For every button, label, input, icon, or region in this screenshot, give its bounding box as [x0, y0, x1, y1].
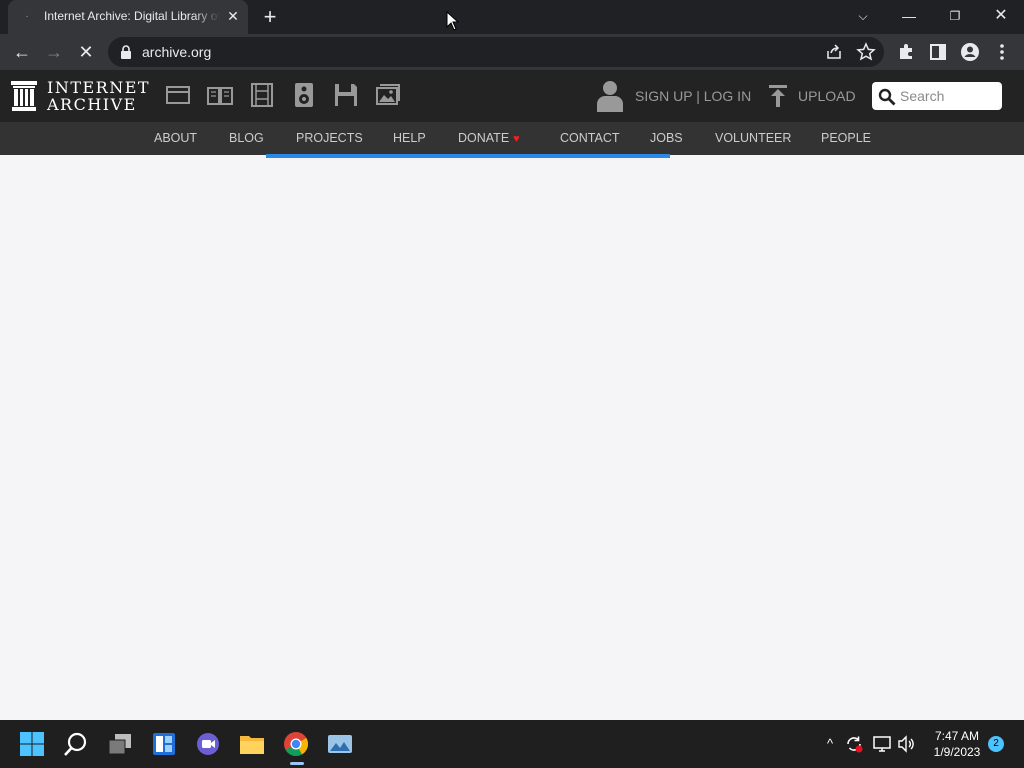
- lock-icon: [121, 45, 131, 59]
- nav-blog[interactable]: BLOG: [229, 131, 264, 145]
- user-icon[interactable]: [596, 80, 624, 112]
- video-icon[interactable]: [249, 82, 275, 108]
- profile-icon[interactable]: [956, 38, 984, 66]
- tab-close-icon[interactable]: ✕: [224, 7, 242, 25]
- url-text[interactable]: archive.org: [142, 44, 211, 60]
- ia-top-nav: ABOUT BLOG PROJECTS HELP DONATE ♥ CONTACT…: [0, 122, 1024, 155]
- minimize-button[interactable]: —: [889, 2, 929, 30]
- wordmark-line1: INTERNET: [47, 78, 151, 97]
- search-input[interactable]: [900, 86, 996, 106]
- star-icon[interactable]: [856, 42, 876, 62]
- ia-header: INTERNET ARCHIVE SIGN UP | LOG IN UPLOAD…: [0, 70, 1024, 122]
- task-view-icon[interactable]: [106, 730, 134, 758]
- new-tab-button[interactable]: +: [256, 4, 284, 30]
- address-bar[interactable]: archive.org: [108, 37, 884, 67]
- heart-icon: ♥: [513, 133, 520, 145]
- menu-icon[interactable]: [988, 38, 1016, 66]
- texts-icon[interactable]: [207, 82, 233, 108]
- nav-projects[interactable]: PROJECTS: [296, 131, 363, 145]
- page-content: [0, 155, 1024, 720]
- tab-favicon-icon: ·: [25, 11, 29, 22]
- loading-progress-bar: [266, 154, 670, 158]
- start-icon[interactable]: [18, 730, 46, 758]
- forward-button[interactable]: →: [40, 38, 68, 66]
- network-icon[interactable]: [872, 734, 892, 754]
- volume-icon[interactable]: [896, 734, 916, 754]
- ia-wordmark[interactable]: INTERNET ARCHIVE: [47, 79, 150, 113]
- web-icon[interactable]: [165, 82, 191, 108]
- share-icon[interactable]: [824, 42, 844, 62]
- search-icon[interactable]: [62, 730, 90, 758]
- nav-volunteer[interactable]: VOLUNTEER: [715, 131, 791, 145]
- windows-taskbar: ^ 7:47 AM 1/9/2023 2: [0, 720, 1024, 768]
- nav-people[interactable]: PEOPLE: [821, 131, 871, 145]
- teams-chat-icon[interactable]: [194, 730, 222, 758]
- search-icon[interactable]: [878, 88, 896, 106]
- mouse-cursor-icon: [446, 11, 460, 31]
- side-panel-icon[interactable]: [924, 38, 952, 66]
- notification-badge[interactable]: 2: [988, 736, 1004, 752]
- chrome-icon[interactable]: [282, 730, 310, 758]
- restore-button[interactable]: ❐: [935, 2, 975, 30]
- clock-time: 7:47 AM: [934, 729, 980, 743]
- nav-contact[interactable]: CONTACT: [560, 131, 620, 145]
- signup-login-link[interactable]: SIGN UP | LOG IN: [635, 88, 751, 104]
- nav-about[interactable]: ABOUT: [154, 131, 197, 145]
- widgets-icon[interactable]: [150, 730, 178, 758]
- upload-icon[interactable]: [768, 84, 788, 108]
- file-explorer-icon[interactable]: [238, 730, 266, 758]
- nav-help[interactable]: HELP: [393, 131, 426, 145]
- audio-icon[interactable]: [291, 82, 317, 108]
- extensions-icon[interactable]: [892, 38, 920, 66]
- browser-toolbar: ← → ✕ archive.org: [0, 34, 1024, 70]
- nav-donate[interactable]: DONATE ♥: [458, 131, 520, 145]
- back-button[interactable]: ←: [8, 38, 36, 66]
- active-app-indicator: [290, 762, 304, 765]
- software-icon[interactable]: [333, 82, 359, 108]
- system-clock[interactable]: 7:47 AM 1/9/2023: [928, 728, 986, 760]
- upload-link[interactable]: UPLOAD: [798, 88, 856, 104]
- ia-logo-icon[interactable]: [10, 80, 38, 112]
- stop-loading-button[interactable]: ✕: [72, 38, 100, 66]
- nav-donate-label: DONATE: [458, 131, 510, 145]
- images-icon[interactable]: [375, 82, 401, 108]
- tab-search-button[interactable]: ⌵: [843, 2, 883, 30]
- tab-title: Internet Archive: Digital Library of Fre…: [44, 9, 220, 23]
- sync-icon[interactable]: [844, 734, 864, 754]
- wordmark-line2: ARCHIVE: [47, 95, 137, 114]
- close-window-button[interactable]: ✕: [981, 2, 1021, 30]
- tab-internet-archive[interactable]: · Internet Archive: Digital Library of F…: [8, 0, 248, 34]
- tab-strip: · Internet Archive: Digital Library of F…: [0, 0, 1024, 34]
- photos-icon[interactable]: [326, 730, 354, 758]
- clock-date: 1/9/2023: [933, 745, 981, 759]
- nav-jobs[interactable]: JOBS: [650, 131, 683, 145]
- show-hidden-icons-chevron-icon[interactable]: ^: [820, 734, 840, 754]
- ia-search-box[interactable]: [872, 82, 1002, 110]
